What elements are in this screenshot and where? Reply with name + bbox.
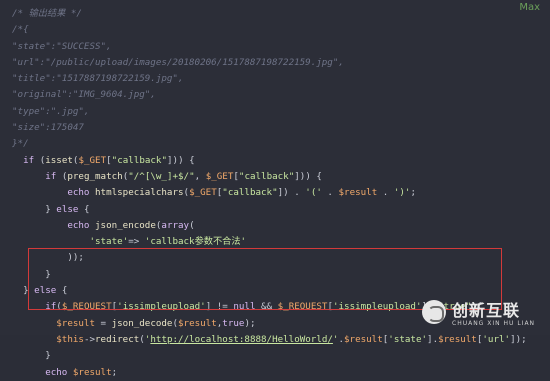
code-token: $result xyxy=(178,317,217,329)
code-line[interactable]: if (isset($_GET["callback"])) { xyxy=(12,153,550,169)
code-token: if xyxy=(45,170,62,182)
code-token: http://localhost:8888/HelloWorld/ xyxy=(150,333,333,345)
code-line[interactable]: if (preg_match("/^[\w_]+$/", $_GET["call… xyxy=(12,169,550,185)
code-editor[interactable]: Max /* 输出结果 *//*{"state":"SUCCESS", "url"… xyxy=(0,0,550,378)
code-token: /*{ xyxy=(12,24,29,36)
code-token: $result xyxy=(438,333,477,345)
code-token: ); xyxy=(244,317,256,329)
code-token: "callback" xyxy=(238,170,295,182)
code-token: if xyxy=(23,154,40,166)
code-line[interactable]: /* 输出结果 */ xyxy=(12,6,550,22)
code-token: $result xyxy=(56,317,95,329)
code-token: . xyxy=(321,187,339,199)
brand-logo-icon xyxy=(422,300,446,324)
code-token: "title":"1517887198722159.jpg", xyxy=(12,73,184,85)
code-line[interactable]: }*/ xyxy=(12,136,550,152)
code-token: preg_match xyxy=(67,170,123,182)
code-token: , xyxy=(194,170,206,182)
code-line[interactable]: $this->redirect('http://localhost:8888/H… xyxy=(12,332,550,348)
code-token: $this xyxy=(56,333,84,345)
code-line[interactable]: echo htmlspecialchars($_GET["callback"])… xyxy=(12,185,550,201)
code-token: } xyxy=(45,350,51,362)
code-line[interactable]: } xyxy=(12,348,550,364)
code-line[interactable]: "size":175047 xyxy=(12,120,550,136)
code-token: "url":"/public/upload/images/20180206/15… xyxy=(12,56,344,68)
code-token: '(' xyxy=(305,187,322,199)
code-token: echo xyxy=(45,366,73,378)
code-token: "size":175047 xyxy=(12,122,84,134)
code-token: ; xyxy=(111,366,118,378)
code-token: "/^[\w_]+$/" xyxy=(128,170,195,182)
code-token: json_encode xyxy=(95,219,156,231)
code-line[interactable]: "url":"/public/upload/images/20180206/15… xyxy=(12,55,550,71)
code-token: else xyxy=(56,203,79,215)
code-token: } xyxy=(45,203,57,215)
watermark-logo: 创新互联 CHUANG XIN HU LIAN xyxy=(422,295,542,329)
code-token: ( xyxy=(189,219,195,231)
code-token: ]) . xyxy=(277,187,306,199)
code-token: 'url' xyxy=(482,333,511,345)
code-token: ])) { xyxy=(167,154,195,166)
code-token: "type":".jpg", xyxy=(12,105,90,117)
code-token: . xyxy=(377,187,394,199)
code-line[interactable]: "title":"1517887198722159.jpg", xyxy=(12,71,550,87)
watermark-subtitle: CHUANG XIN HU LIAN xyxy=(452,320,536,327)
code-token: "original":"IMG_9604.jpg", xyxy=(12,89,156,101)
code-token: redirect xyxy=(95,333,140,345)
code-token: echo xyxy=(67,219,95,231)
code-token: "state":"SUCCESS", xyxy=(12,40,112,52)
code-line[interactable]: "original":"IMG_9604.jpg", xyxy=(12,87,550,103)
code-token: { xyxy=(78,203,90,215)
code-token: /* 输出结果 */ xyxy=(12,8,82,19)
code-token: $_GET xyxy=(189,187,217,199)
code-token: htmlspecialchars xyxy=(95,187,184,199)
code-token: ')' xyxy=(393,187,411,199)
code-line[interactable]: echo json_encode(array( xyxy=(12,218,550,234)
code-token: isset xyxy=(45,154,73,166)
code-token: "callback" xyxy=(222,187,278,199)
code-token: json_decode xyxy=(111,317,173,329)
code-token: ]); xyxy=(510,333,527,345)
code-line[interactable]: echo $result; xyxy=(12,365,550,381)
code-token: 'state' xyxy=(89,236,129,248)
code-token: $result xyxy=(344,333,383,345)
code-token: $result xyxy=(338,187,378,199)
code-token: true xyxy=(222,317,245,329)
code-token: 'callback参数不合法' xyxy=(144,236,247,248)
code-token: 'state' xyxy=(388,333,428,345)
code-token: }*/ xyxy=(12,138,29,150)
code-token: $result xyxy=(72,366,112,378)
code-line[interactable]: "type":".jpg", xyxy=(12,104,550,120)
code-line[interactable]: } else { xyxy=(12,202,550,218)
code-token: -> xyxy=(83,333,96,345)
code-token: ; xyxy=(410,187,416,199)
code-token: "callback" xyxy=(111,154,167,166)
code-token: $_GET xyxy=(205,170,234,182)
code-token: ]. xyxy=(427,333,439,345)
watermark-title: 创新互联 xyxy=(452,301,521,320)
code-token: = xyxy=(95,317,112,329)
code-line[interactable]: "state":"SUCCESS", xyxy=(12,39,550,55)
code-token: ])) { xyxy=(294,170,322,182)
code-token: array xyxy=(161,219,190,231)
code-token: echo xyxy=(67,187,95,199)
code-token: => xyxy=(128,236,145,248)
code-token: $_GET xyxy=(78,154,107,166)
code-line[interactable]: /*{ xyxy=(12,22,550,38)
